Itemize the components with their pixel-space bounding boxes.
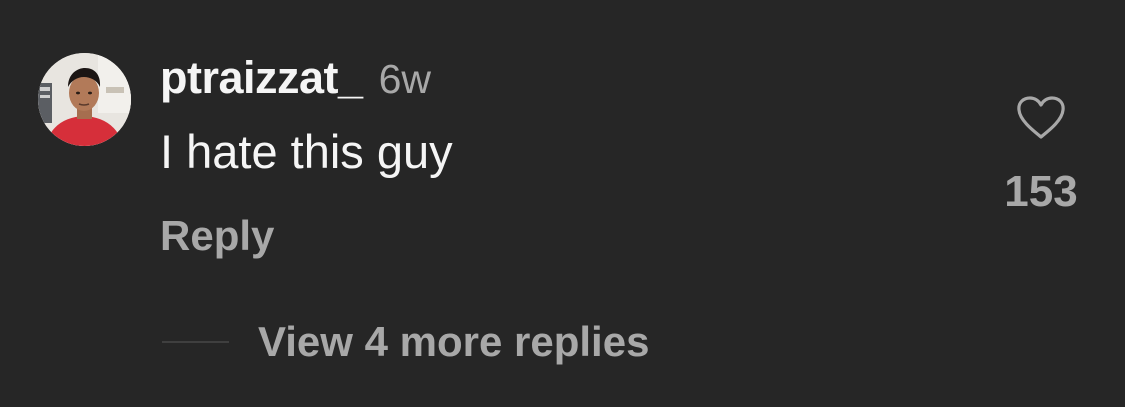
heart-outline-icon — [1017, 96, 1065, 139]
view-more-replies-button[interactable]: View 4 more replies — [162, 316, 649, 368]
comment-item: ptraizzat_ 6w I hate this guy Reply 153 … — [0, 0, 1125, 407]
comment-header: ptraizzat_ 6w — [160, 52, 431, 108]
like-button[interactable] — [1016, 96, 1066, 140]
like-count: 153 — [1004, 167, 1078, 216]
view-more-replies-label: View 4 more replies — [258, 318, 650, 365]
avatar-photo — [38, 53, 131, 146]
reply-button[interactable]: Reply — [160, 210, 274, 262]
username[interactable]: ptraizzat_ — [160, 52, 363, 104]
avatar[interactable] — [38, 53, 131, 146]
replies-divider-line — [162, 341, 229, 343]
timestamp: 6w — [378, 56, 431, 102]
comment-text: I hate this guy — [160, 125, 453, 178]
